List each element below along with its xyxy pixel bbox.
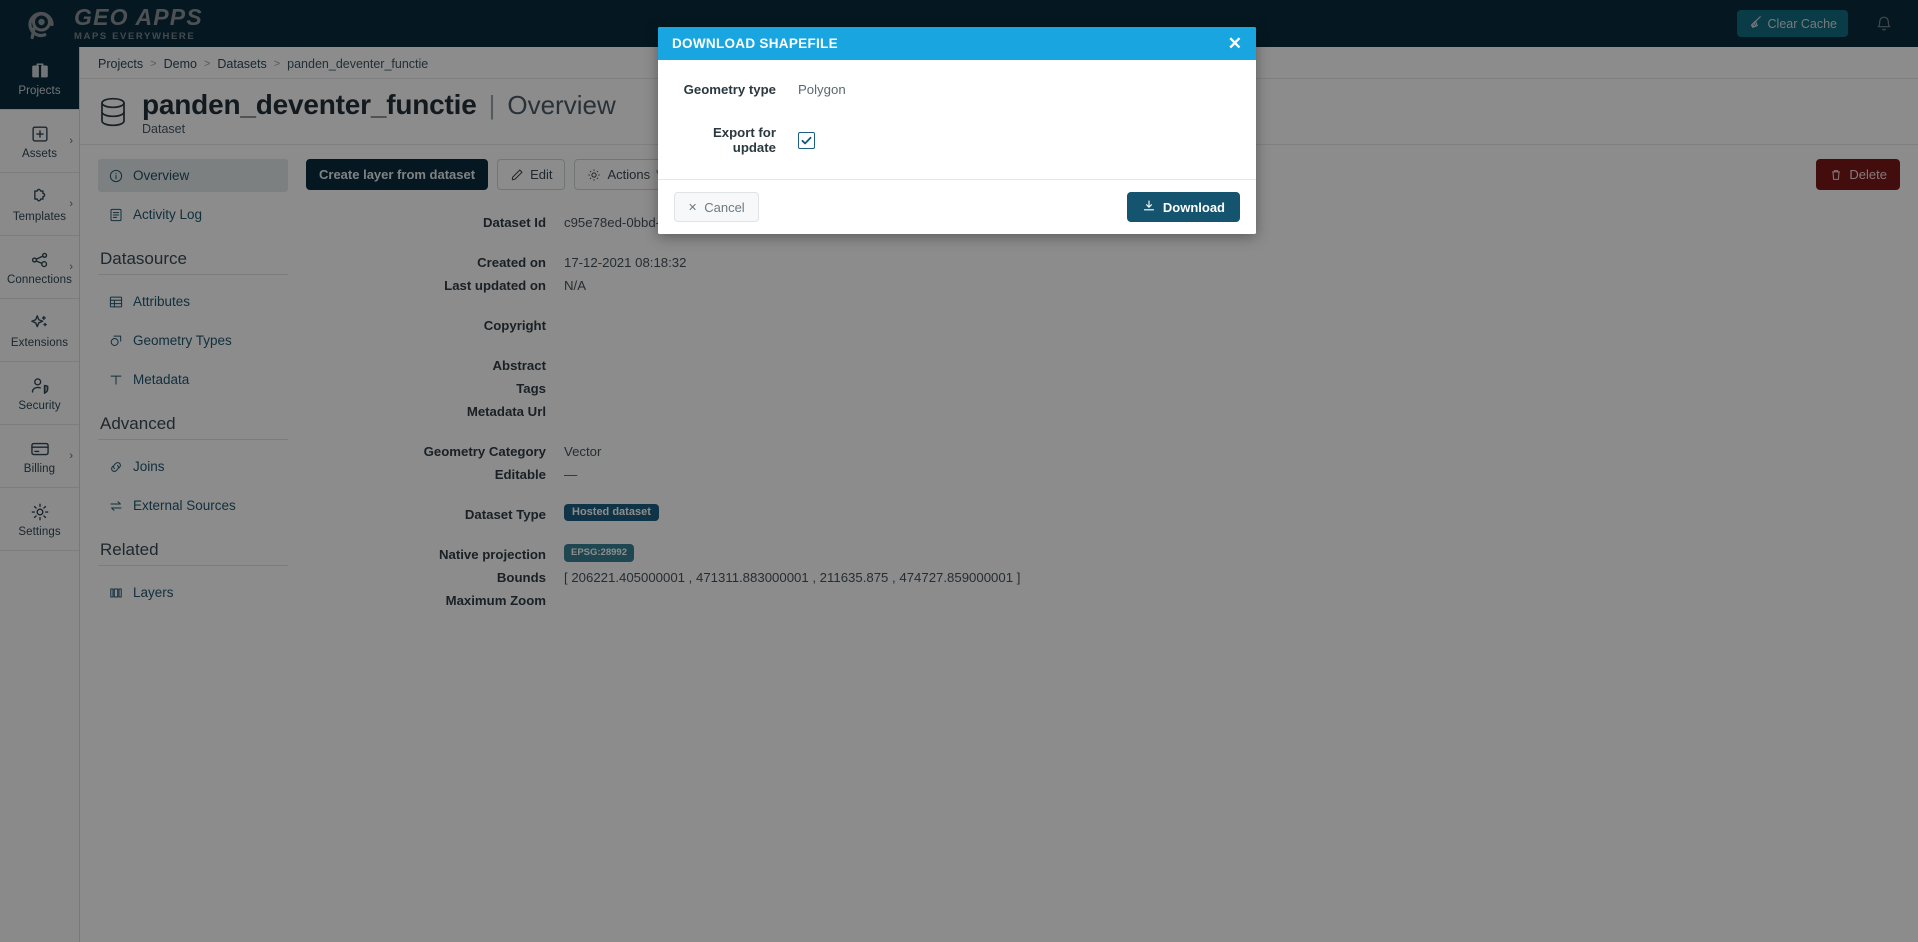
cancel-label: Cancel (704, 199, 745, 215)
close-icon[interactable]: ✕ (1228, 35, 1242, 52)
download-shapefile-dialog: DOWNLOAD SHAPEFILE ✕ Geometry type Polyg… (658, 27, 1256, 234)
download-icon (1142, 199, 1156, 216)
dialog-header: DOWNLOAD SHAPEFILE ✕ (658, 27, 1256, 60)
download-label: Download (1162, 199, 1225, 215)
dialog-title: DOWNLOAD SHAPEFILE (672, 36, 838, 51)
cancel-button[interactable]: ✕ Cancel (674, 192, 759, 222)
geometry-type-row: Geometry type Polygon (678, 82, 1236, 97)
download-button[interactable]: Download (1126, 192, 1240, 222)
geometry-type-value: Polygon (798, 82, 846, 97)
geometry-type-label: Geometry type (683, 82, 776, 97)
export-for-update-checkbox[interactable] (798, 131, 815, 149)
dialog-footer: ✕ Cancel Download (658, 179, 1256, 234)
dialog-body: Geometry type Polygon Export for update (658, 60, 1256, 179)
app-root: GEO APPS MAPS EVERYWHERE Clear Cache Pro… (0, 0, 1918, 942)
close-x-icon: ✕ (688, 201, 698, 214)
export-for-update-row: Export for update (678, 125, 1236, 155)
export-for-update-label: Export for update (712, 125, 776, 155)
